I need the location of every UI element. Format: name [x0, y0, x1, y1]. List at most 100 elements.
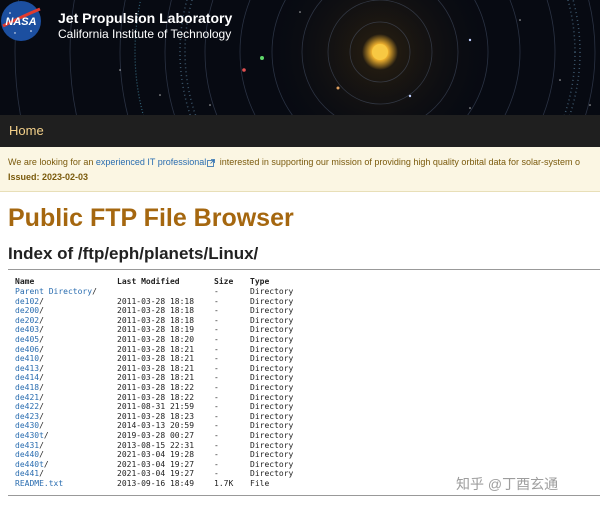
nasa-logo-text: NASA: [5, 16, 36, 28]
path-slash: /: [43, 430, 49, 440]
header-banner: NASA Jet Propulsion Laboratory Californi…: [0, 0, 600, 115]
file-link[interactable]: README.txt: [15, 479, 63, 488]
row-size: -: [214, 459, 219, 469]
row-type: Directory: [250, 440, 294, 450]
path-slash: /: [39, 344, 44, 354]
path-slash: /: [39, 334, 44, 344]
file-link[interactable]: de440: [15, 450, 39, 459]
path-slash: /: [39, 440, 44, 450]
row-size: -: [214, 334, 219, 344]
file-link[interactable]: de413: [15, 364, 39, 373]
row-type: Directory: [250, 325, 294, 335]
path-slash: /: [39, 421, 44, 431]
row-type: Directory: [250, 287, 294, 296]
row-name-cell: de200/: [15, 306, 44, 316]
row-size: -: [214, 373, 219, 383]
row-size: -: [214, 469, 219, 479]
row-size: -: [214, 450, 219, 460]
row-size: -: [214, 402, 219, 412]
path-slash: /: [39, 354, 44, 364]
col-modified-header[interactable]: Last Modified: [117, 276, 180, 287]
path-slash: /: [39, 363, 44, 373]
path-slash: /: [39, 469, 44, 479]
row-size: -: [214, 354, 219, 364]
file-link[interactable]: de102: [15, 297, 39, 306]
file-link[interactable]: de441: [15, 469, 39, 478]
row-name-cell: README.txt: [15, 479, 63, 489]
row-type: Directory: [250, 430, 294, 440]
row-size: 1.7K: [214, 478, 234, 488]
path-slash: /: [39, 392, 44, 402]
file-link[interactable]: de403: [15, 325, 39, 334]
row-name-cell: de430t/: [15, 431, 49, 441]
file-link[interactable]: de405: [15, 335, 39, 344]
file-link[interactable]: de430t: [15, 431, 44, 440]
file-link[interactable]: de423: [15, 412, 39, 421]
file-link[interactable]: de418: [15, 383, 39, 392]
row-size: -: [214, 344, 219, 354]
row-type: Directory: [250, 402, 294, 412]
col-size-header[interactable]: Size: [214, 276, 233, 287]
row-name-cell: de403/: [15, 325, 44, 335]
path-slash: /: [39, 315, 44, 325]
path-slash: /: [39, 296, 44, 306]
path-slash: /: [39, 450, 44, 460]
file-link[interactable]: de440t: [15, 460, 44, 469]
page-title: Public FTP File Browser: [8, 204, 294, 232]
row-modified: 2011-03-28 18:22: [117, 382, 195, 392]
notice-job-link[interactable]: experienced IT professional: [96, 157, 206, 167]
file-link[interactable]: de410: [15, 354, 39, 363]
row-modified: 2013-08-15 22:31: [117, 440, 195, 450]
row-type: Directory: [250, 411, 294, 421]
col-type-header[interactable]: Type: [250, 276, 269, 287]
row-type: Directory: [250, 306, 294, 316]
row-modified: 2011-03-28 18:18: [117, 306, 195, 316]
row-type: Directory: [250, 344, 294, 354]
path-slash: /: [39, 382, 44, 392]
row-type: Directory: [250, 373, 294, 383]
file-link[interactable]: de421: [15, 393, 39, 402]
file-link[interactable]: Parent Directory: [15, 287, 92, 296]
col-name-header[interactable]: Name: [15, 276, 34, 287]
row-modified: 2011-08-31 21:59: [117, 402, 195, 412]
row-name-cell: de421/: [15, 393, 44, 403]
row-name-cell: de405/: [15, 335, 44, 345]
row-type: Directory: [250, 450, 294, 460]
row-name-cell: de414/: [15, 373, 44, 383]
row-size: -: [214, 382, 219, 392]
notice-banner: We are looking for an experienced IT pro…: [0, 147, 600, 192]
nasa-logo[interactable]: NASA: [0, 0, 42, 42]
row-name-cell: de430/: [15, 421, 44, 431]
row-modified: 2021-03-04 19:27: [117, 469, 195, 479]
row-type: Directory: [250, 354, 294, 364]
file-link[interactable]: de406: [15, 345, 39, 354]
row-size: -: [214, 392, 219, 402]
file-link[interactable]: de414: [15, 373, 39, 382]
nav-home-link[interactable]: Home: [9, 123, 44, 138]
file-link[interactable]: de202: [15, 316, 39, 325]
row-size: -: [214, 363, 219, 373]
path-slash: /: [39, 306, 44, 316]
row-name-cell: de440/: [15, 450, 44, 460]
row-modified: 2021-03-04 19:27: [117, 459, 195, 469]
path-slash: /: [39, 325, 44, 335]
row-modified: 2011-03-28 18:22: [117, 392, 195, 402]
row-size: -: [214, 430, 219, 440]
row-name-cell: de441/: [15, 469, 44, 479]
row-name-cell: de406/: [15, 345, 44, 355]
row-name-cell: de202/: [15, 316, 44, 326]
row-modified: 2011-03-28 18:21: [117, 373, 195, 383]
file-link[interactable]: de431: [15, 441, 39, 450]
row-name-cell: de423/: [15, 412, 44, 422]
file-link[interactable]: de200: [15, 306, 39, 315]
row-size: -: [214, 440, 219, 450]
row-size: -: [214, 421, 219, 431]
row-modified: 2013-09-16 18:49: [117, 478, 195, 488]
index-heading: Index of /ftp/eph/planets/Linux/: [8, 244, 259, 263]
row-modified: 2021-03-04 19:28: [117, 450, 195, 460]
row-size: -: [214, 411, 219, 421]
file-link[interactable]: de430: [15, 421, 39, 430]
row-size: -: [214, 306, 219, 316]
file-link[interactable]: de422: [15, 402, 39, 411]
row-name-cell: de418/: [15, 383, 44, 393]
